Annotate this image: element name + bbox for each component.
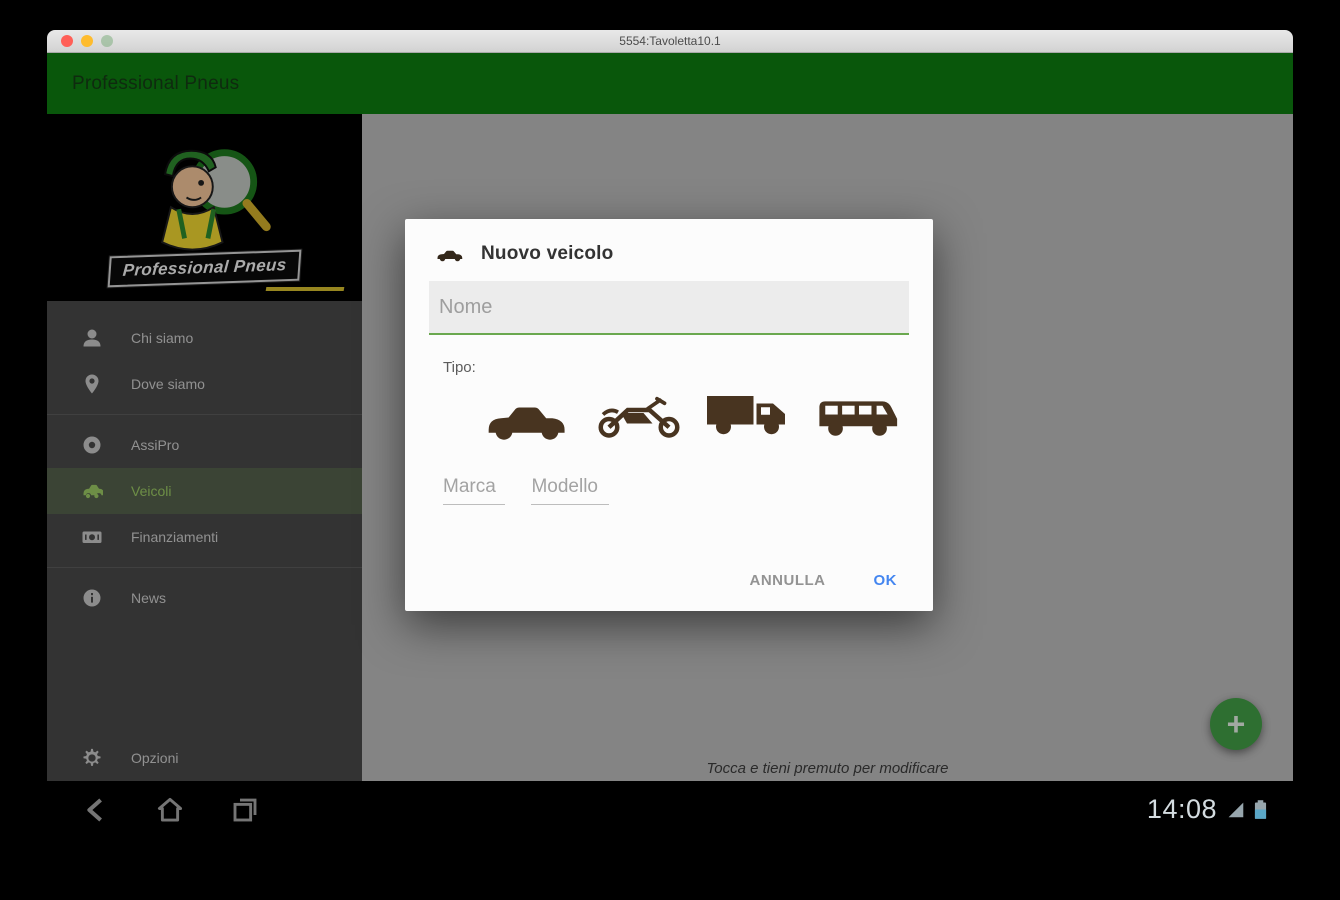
recents-button[interactable] [230, 795, 260, 825]
marca-input[interactable] [443, 476, 505, 505]
modello-input[interactable] [531, 476, 610, 505]
signal-icon [1228, 802, 1244, 818]
android-navbar: 14:08 [47, 781, 1293, 837]
vehicle-type-motorcycle-icon[interactable] [594, 390, 684, 442]
window-titlebar: 5554:Tavoletta10.1 [47, 30, 1293, 53]
status-clock: 14:08 [1146, 794, 1217, 824]
emulator-window: 5554:Tavoletta10.1 Professional Pneus Pr… [47, 30, 1293, 837]
vehicle-type-row [405, 376, 933, 442]
android-app: Professional Pneus Professional Pneus Ch… [47, 53, 1293, 781]
vehicle-type-truck-icon[interactable] [704, 386, 794, 442]
brand-model-row [443, 476, 933, 505]
vehicle-type-car-icon[interactable] [481, 396, 573, 442]
vehicle-type-van-icon[interactable] [815, 390, 903, 442]
window-title: 5554:Tavoletta10.1 [619, 34, 721, 48]
cancel-button[interactable]: ANNULLA [748, 566, 828, 595]
car-icon [435, 246, 465, 263]
back-button[interactable] [80, 795, 110, 825]
battery-icon [1254, 800, 1267, 819]
ok-button[interactable]: OK [872, 566, 900, 595]
new-vehicle-dialog: Nuovo veicolo Tipo: [405, 219, 933, 611]
nome-input[interactable] [429, 281, 909, 335]
tipo-label: Tipo: [443, 359, 476, 376]
dialog-title: Nuovo veicolo [481, 243, 614, 264]
home-button[interactable] [155, 795, 185, 825]
